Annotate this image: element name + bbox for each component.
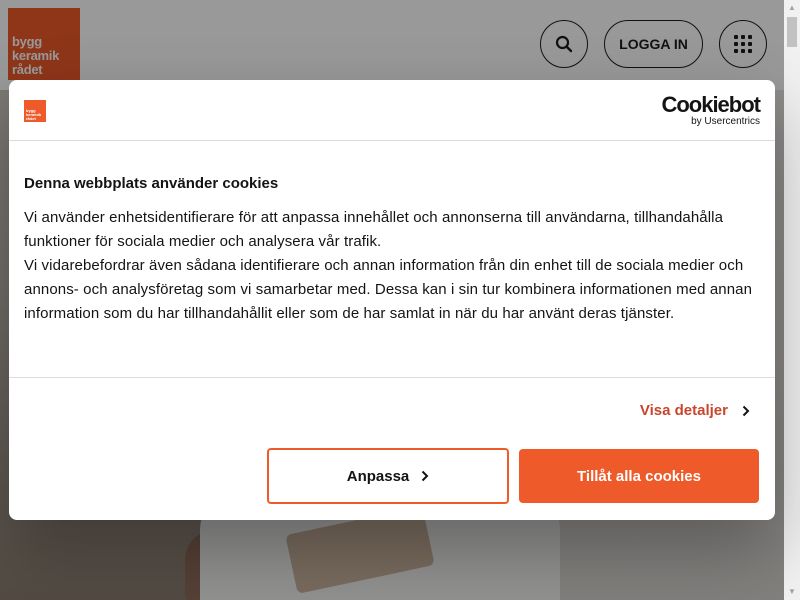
- scroll-thumb[interactable]: [787, 17, 797, 47]
- scrollbar[interactable]: ▲ ▼: [784, 0, 800, 600]
- show-details-link[interactable]: Visa detaljer: [640, 402, 750, 419]
- description-paragraph-1: Vi använder enhetsidentifierare för att …: [24, 209, 724, 250]
- description-paragraph-2: Vi vidarebefordrar även sådana identifie…: [24, 257, 753, 322]
- cookiebot-byline: by Usercentrics: [691, 116, 760, 127]
- cookie-consent-dialog: bygg keramik rådet Cookiebot by Usercent…: [9, 80, 775, 520]
- customize-button[interactable]: Anpassa: [267, 448, 509, 504]
- chevron-right-icon: [742, 405, 750, 416]
- customize-label: Anpassa: [346, 467, 410, 485]
- scroll-up-arrow-icon[interactable]: ▲: [784, 0, 800, 16]
- chevron-right-icon: [422, 470, 429, 482]
- dialog-header: bygg keramik rådet Cookiebot by Usercent…: [9, 80, 775, 141]
- show-details-label: Visa detaljer: [639, 402, 728, 419]
- dialog-title: Denna webbplats använder cookies: [24, 175, 279, 192]
- cookiebot-wordmark: Cookiebot: [661, 92, 761, 117]
- dialog-body: Denna webbplats använder cookies Vi anvä…: [24, 175, 764, 326]
- scroll-down-arrow-icon[interactable]: ▼: [784, 584, 800, 600]
- cookiebot-logo[interactable]: Cookiebot by Usercentrics: [661, 92, 761, 128]
- dialog-site-logo: bygg keramik rådet: [24, 100, 46, 122]
- dialog-description: Vi använder enhetsidentifierare för att …: [24, 206, 764, 326]
- allow-all-cookies-button[interactable]: Tillåt alla cookies: [519, 449, 759, 503]
- dialog-divider: [9, 377, 775, 378]
